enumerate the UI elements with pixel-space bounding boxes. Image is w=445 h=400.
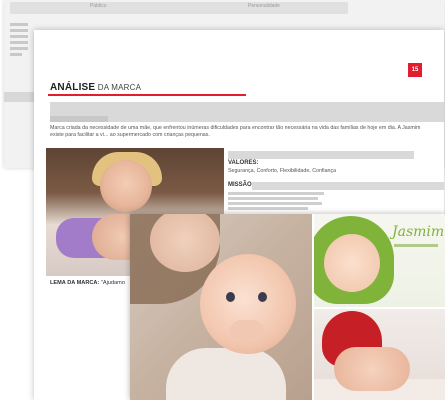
logo-tagline — [394, 244, 438, 247]
mission-label: MISSÃO — [228, 182, 252, 188]
page-title: ANÁLISE DA MARCA — [50, 82, 141, 93]
title-underline — [48, 94, 246, 96]
values-label: VALORES: — [228, 160, 259, 166]
motto-label: LEMA DA MARCA: — [50, 280, 100, 286]
photo-collage: Jasmim — [130, 214, 445, 400]
page-title-bold: ANÁLISE — [50, 82, 96, 93]
back-page-list — [10, 20, 32, 59]
baby-red-hat-photo — [314, 309, 445, 400]
brand-motto: LEMA DA MARCA: "Ajudamo — [50, 280, 125, 286]
section-header-bar — [50, 102, 444, 122]
section-header-label — [50, 116, 108, 122]
baby-green-hood-photo: Jasmim — [314, 214, 445, 307]
mission-header-bar — [252, 182, 444, 190]
page-title-rest: DA MARCA — [95, 83, 142, 92]
mother-baby-photo — [130, 214, 312, 400]
page-number-badge: 15 — [408, 63, 422, 77]
values-header-bar — [228, 151, 414, 159]
values-text: Segurança, Conforto, Flexibilidade, Conf… — [228, 168, 337, 174]
back-page-header: Público Personalidade — [10, 2, 348, 14]
mission-text-faded — [228, 190, 328, 212]
jasmim-logo: Jasmim — [392, 224, 445, 240]
motto-text: "Ajudamo — [100, 280, 125, 286]
back-header-right: Personalidade — [248, 3, 280, 9]
back-header-left: Público — [90, 3, 107, 9]
brand-description: Marca criada da necessidade de uma mãe, … — [50, 125, 421, 138]
